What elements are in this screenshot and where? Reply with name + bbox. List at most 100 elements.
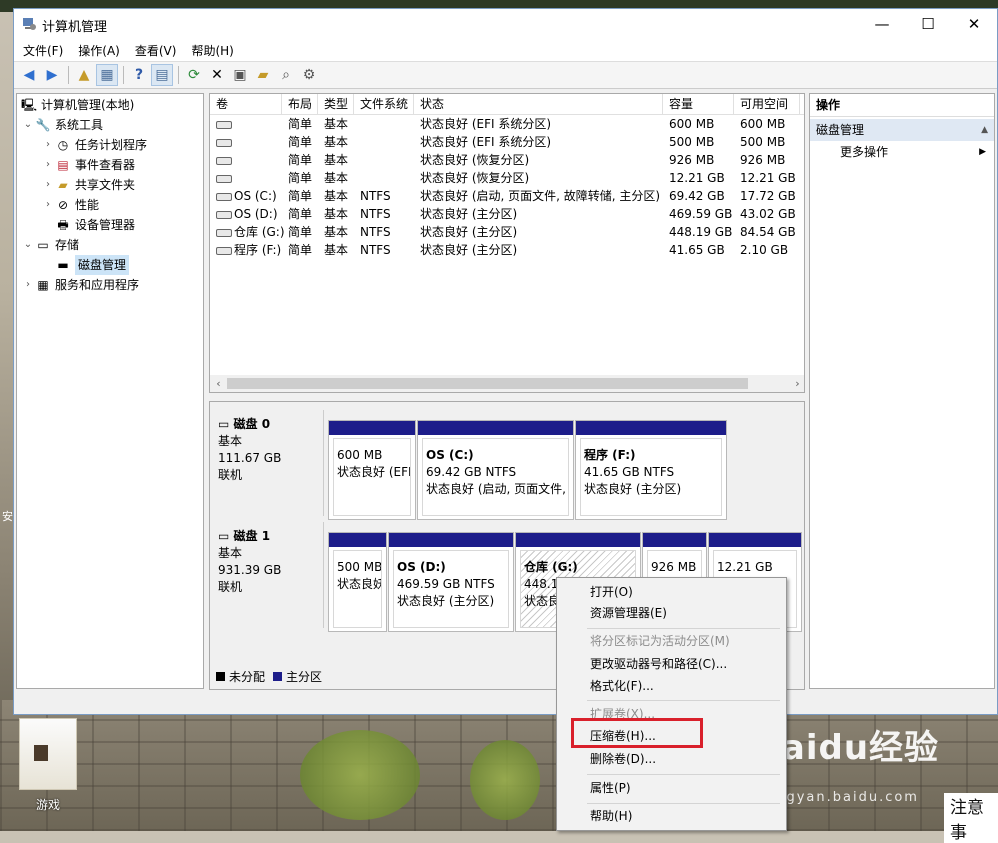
settings-icon[interactable]: ⚙ — [298, 64, 320, 86]
scroll-right-icon[interactable]: › — [789, 375, 804, 392]
column-header[interactable]: 可用空间 — [734, 94, 800, 114]
table-row[interactable]: 仓库 (G:) 简单 基本 NTFS 状态良好 (主分区) 448.19 GB 84.54 … — [210, 223, 804, 241]
table-cell — [210, 151, 282, 169]
menu-item-format[interactable]: 格式化(F)... — [590, 676, 654, 696]
minimize-button[interactable]: — — [859, 9, 905, 39]
search-icon[interactable]: ⌕ — [275, 64, 297, 86]
more-actions-label: 更多操作 — [840, 145, 889, 159]
table-row[interactable]: 程序 (F:) 简单 基本 NTFS 状态良好 (主分区) 41.65 GB 2.10 GB — [210, 241, 804, 259]
help-icon[interactable]: ? — [128, 64, 150, 86]
menu-view[interactable]: 查看(V) — [126, 42, 183, 59]
column-header[interactable]: 容量 — [663, 94, 734, 114]
cell-text: 基本 — [324, 189, 349, 203]
cell-text: 基本 — [324, 225, 349, 239]
partition-efi-disk1[interactable]: 500 MB 状态良妖 — [328, 532, 387, 632]
chevron-down-icon[interactable]: ⌄ — [21, 235, 35, 255]
properties-icon[interactable]: ▣ — [229, 64, 251, 86]
tree-label: 服务和应用程序 — [55, 278, 140, 292]
delete-icon[interactable]: ✕ — [206, 64, 228, 86]
tree-label: 共享文件夹 — [75, 178, 136, 192]
table-row[interactable]: 简单 基本 状态良好 (EFI 系统分区) 600 MB 600 MB — [210, 115, 804, 133]
cell-text: 状态良好 (主分区) — [420, 225, 518, 239]
tree-item-device-manager[interactable]: 🖶 设备管理器 — [55, 215, 135, 235]
show-tree-icon[interactable]: ▦ — [96, 64, 118, 86]
tree-item-event-viewer[interactable]: › ▤ 事件查看器 — [41, 155, 135, 175]
side-note-text: 注意事 — [944, 793, 998, 843]
tree-item-storage[interactable]: ⌄ ▭ 存储 — [21, 235, 79, 255]
table-cell — [210, 115, 282, 133]
column-header[interactable]: 卷 — [210, 94, 282, 114]
column-header[interactable]: 布局 — [282, 94, 318, 114]
refresh-icon[interactable]: ⟳ — [183, 64, 205, 86]
horizontal-scrollbar[interactable]: ‹ › — [210, 375, 804, 392]
cell-text: 简单 — [288, 243, 313, 257]
menu-item-explorer[interactable]: 资源管理器(E) — [590, 603, 667, 623]
table-cell: 2.10 GB — [734, 241, 800, 259]
chevron-right-icon[interactable]: › — [21, 275, 35, 295]
forward-arrow-icon[interactable]: ▶ — [41, 64, 63, 86]
table-cell: 基本 — [318, 151, 354, 169]
table-row[interactable]: 简单 基本 状态良好 (恢复分区) 926 MB 926 MB — [210, 151, 804, 169]
table-cell: NTFS — [354, 241, 414, 259]
cell-text: 简单 — [288, 189, 313, 203]
scroll-left-icon[interactable]: ‹ — [210, 375, 227, 392]
chevron-right-icon[interactable]: › — [41, 195, 55, 215]
menu-item-change-drive-letter[interactable]: 更改驱动器号和路径(C)... — [590, 654, 727, 674]
disk-0-label[interactable]: ▭ 磁盘 0 基本 111.67 GB 联机 — [214, 410, 324, 516]
tree-item-system-tools[interactable]: ⌄ 🔧 系统工具 — [21, 115, 103, 135]
show-action-pane-icon[interactable]: ▤ — [151, 64, 173, 86]
tree-item-shared-folders[interactable]: › ▰ 共享文件夹 — [41, 175, 135, 195]
table-row[interactable]: OS (C:) 简单 基本 NTFS 状态良好 (启动, 页面文件, 故障转储, 主分区… — [210, 187, 804, 205]
more-actions-item[interactable]: 更多操作 ▶ — [810, 141, 994, 163]
chevron-right-icon[interactable]: › — [41, 175, 55, 195]
up-folder-icon[interactable]: ▲ — [73, 64, 95, 86]
cell-text: 469.59 GB — [669, 207, 733, 221]
disk-type: 基本 — [218, 546, 243, 560]
table-cell — [210, 133, 282, 151]
menu-help[interactable]: 帮助(H) — [182, 42, 239, 59]
title-bar[interactable]: 计算机管理 — ☐ ✕ — [14, 9, 997, 39]
close-button[interactable]: ✕ — [951, 9, 997, 39]
disk-1-label[interactable]: ▭ 磁盘 1 基本 931.39 GB 联机 — [214, 522, 324, 628]
chevron-right-icon[interactable]: › — [41, 135, 55, 155]
desktop-folder-icon[interactable]: 游戏 — [18, 718, 78, 813]
table-row[interactable]: 简单 基本 状态良好 (恢复分区) 12.21 GB 12.21 GB — [210, 169, 804, 187]
menu-item-open[interactable]: 打开(O) — [590, 582, 633, 602]
table-cell — [210, 169, 282, 187]
cell-text: 基本 — [324, 207, 349, 221]
column-header[interactable]: 状态 — [414, 94, 663, 114]
scrollbar-thumb[interactable] — [227, 378, 748, 389]
menu-file[interactable]: 文件(F) — [14, 42, 69, 59]
collapse-up-icon[interactable]: ▲ — [981, 119, 988, 141]
partition-os-c[interactable]: OS (C:) 69.42 GB NTFS 状态良好 (启动, 页面文件, — [417, 420, 574, 520]
tree-item-root[interactable]: 🖳 计算机管理(本地) — [21, 95, 134, 115]
menu-item-delete-volume[interactable]: 删除卷(D)... — [590, 749, 656, 769]
column-header[interactable]: 文件系统 — [354, 94, 414, 114]
menu-item-help[interactable]: 帮助(H) — [590, 806, 632, 826]
table-row[interactable]: OS (D:) 简单 基本 NTFS 状态良好 (主分区) 469.59 GB 43.02 … — [210, 205, 804, 223]
table-cell: 12.21 GB — [734, 169, 800, 187]
tree-item-disk-management[interactable]: ▬ 磁盘管理 — [55, 255, 130, 275]
table-cell: 基本 — [318, 241, 354, 259]
menu-separator — [587, 700, 780, 701]
table-cell: 基本 — [318, 187, 354, 205]
open-folder-icon[interactable]: ▰ — [252, 64, 274, 86]
partition-bar — [643, 533, 706, 547]
tree-item-performance[interactable]: › ⊘ 性能 — [41, 195, 99, 215]
menu-item-properties[interactable]: 属性(P) — [590, 778, 631, 798]
partition-os-d[interactable]: OS (D:) 469.59 GB NTFS 状态良好 (主分区) — [388, 532, 514, 632]
table-cell: 状态良好 (EFI 系统分区) — [414, 115, 663, 133]
maximize-button[interactable]: ☐ — [905, 9, 951, 39]
menu-action[interactable]: 操作(A) — [69, 42, 126, 59]
table-row[interactable]: 简单 基本 状态良好 (EFI 系统分区) 500 MB 500 MB — [210, 133, 804, 151]
tree-item-services[interactable]: › ▦ 服务和应用程序 — [21, 275, 139, 295]
chevron-right-icon[interactable]: › — [41, 155, 55, 175]
column-header[interactable]: 类型 — [318, 94, 354, 114]
tree-item-task-scheduler[interactable]: › ◷ 任务计划程序 — [41, 135, 147, 155]
partition-efi-disk0[interactable]: 600 MB 状态良好 (EFI — [328, 420, 416, 520]
actions-section-disk-management[interactable]: 磁盘管理 ▲ — [810, 119, 994, 141]
partition-program-f[interactable]: 程序 (F:) 41.65 GB NTFS 状态良好 (主分区) — [575, 420, 727, 520]
chevron-down-icon[interactable]: ⌄ — [21, 115, 35, 135]
cell-text: 2.10 GB — [740, 243, 789, 257]
back-arrow-icon[interactable]: ◀ — [18, 64, 40, 86]
